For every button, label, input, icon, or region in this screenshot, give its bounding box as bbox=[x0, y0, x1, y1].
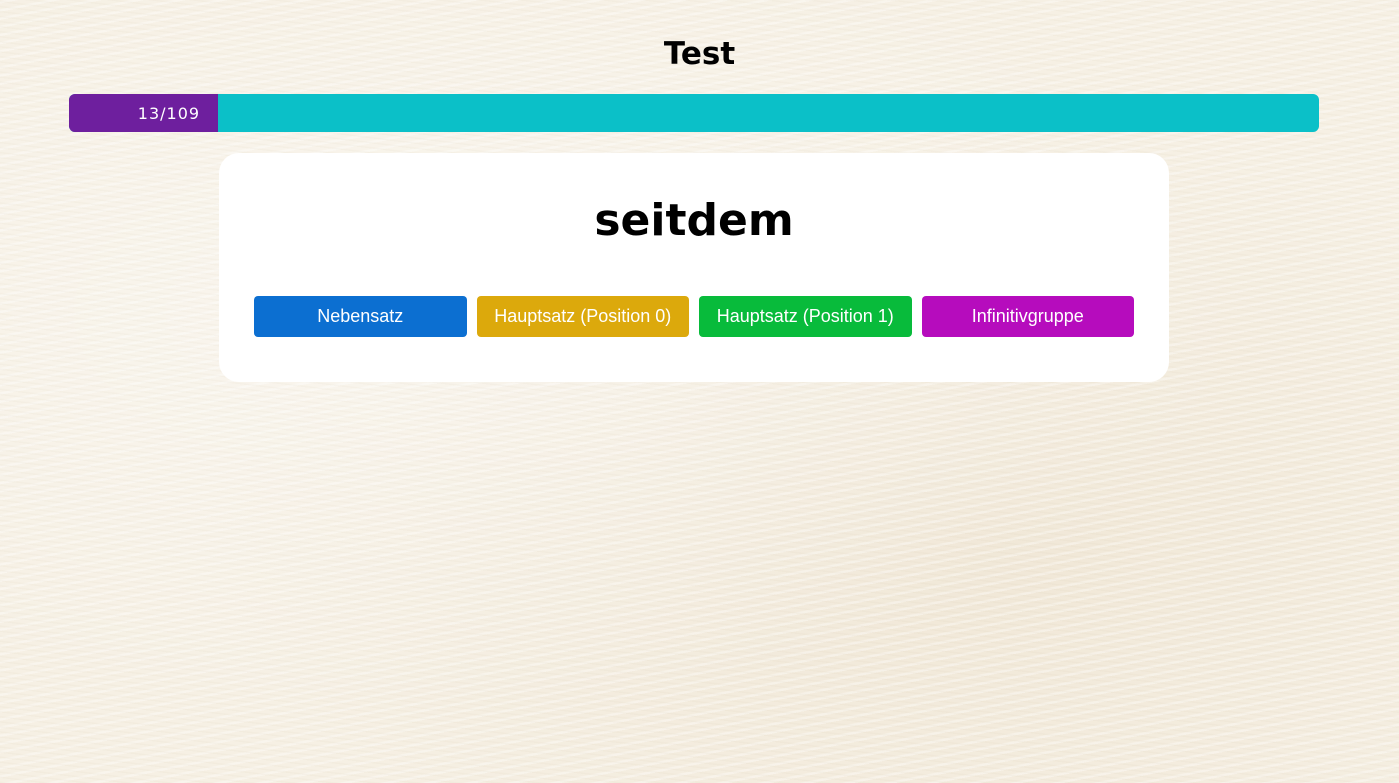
answer-button-hauptsatz-position-1[interactable]: Hauptsatz (Position 1) bbox=[699, 296, 912, 337]
answer-button-nebensatz[interactable]: Nebensatz bbox=[254, 296, 467, 337]
progress-label: 13/109 bbox=[137, 103, 201, 123]
answer-button-infinitivgruppe[interactable]: Infinitivgruppe bbox=[921, 296, 1134, 337]
progress-fill: 13/109 bbox=[69, 94, 219, 132]
answer-options: Nebensatz Hauptsatz (Position 0) Hauptsa… bbox=[254, 296, 1134, 337]
question-word: seitdem bbox=[594, 195, 794, 246]
page-title: Test bbox=[663, 36, 736, 72]
answer-button-hauptsatz-position-0[interactable]: Hauptsatz (Position 0) bbox=[476, 296, 689, 337]
progress-bar: 13/109 bbox=[69, 94, 1319, 132]
question-card: seitdem Nebensatz Hauptsatz (Position 0)… bbox=[219, 153, 1169, 382]
